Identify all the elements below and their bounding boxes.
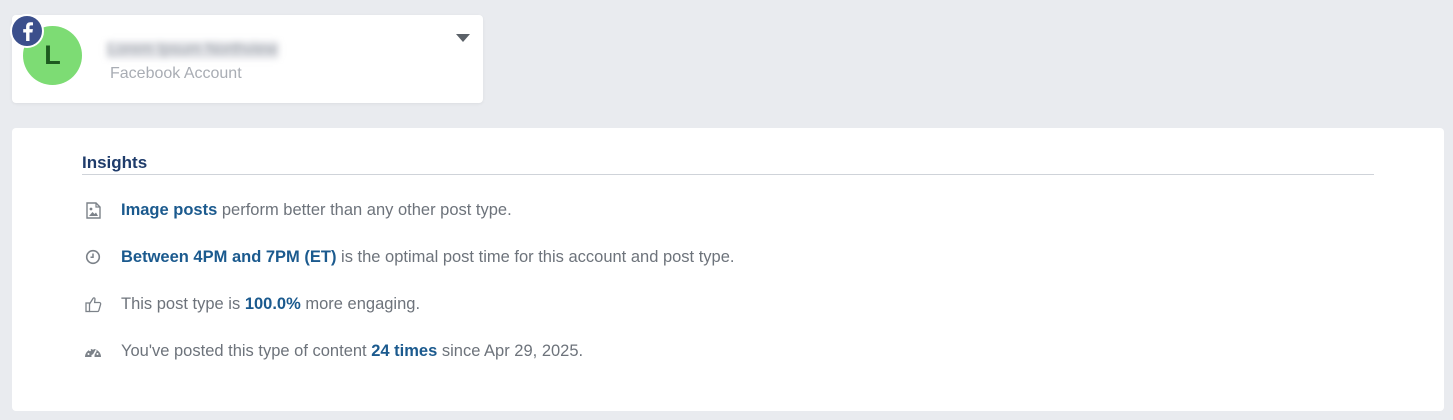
- account-type: Facebook Account: [110, 65, 242, 82]
- gauge-icon: [82, 340, 104, 362]
- thumbs-up-icon: [82, 293, 104, 315]
- divider: [82, 174, 1374, 175]
- insight-row-post-count: You've posted this type of content 24 ti…: [82, 340, 583, 362]
- insight-row-post-time: Between 4PM and 7PM (ET) is the optimal …: [82, 246, 735, 268]
- account-name: Lorem Ipsum Northview: [106, 41, 279, 59]
- insight-highlight: Between 4PM and 7PM (ET): [121, 247, 337, 266]
- insight-row-post-type: Image posts perform better than any othe…: [82, 199, 512, 221]
- insight-highlight: 24 times: [371, 341, 438, 360]
- clock-icon: [82, 246, 104, 268]
- insight-highlight: 100.0%: [244, 294, 301, 313]
- insight-text: This post type is: [121, 294, 245, 313]
- insight-text: perform better than any other post type.: [217, 200, 512, 219]
- insight-text: You've posted this type of content: [121, 341, 372, 360]
- insight-row-engagement: This post type is 100.0% more engaging.: [82, 293, 420, 315]
- insights-title: Insights: [82, 153, 148, 172]
- chevron-down-icon[interactable]: [455, 33, 471, 43]
- account-selector[interactable]: L Lorem Ipsum Northview Facebook Account: [12, 15, 483, 103]
- facebook-icon: [10, 14, 44, 48]
- insight-text: is the optimal post time for this accoun…: [336, 247, 735, 266]
- avatar-letter: L: [44, 40, 61, 70]
- insights-panel: Insights Image posts perform better than…: [12, 128, 1444, 411]
- insight-text: more engaging.: [300, 294, 421, 313]
- insight-text: since Apr 29, 2025.: [437, 341, 584, 360]
- image-icon: [82, 199, 104, 221]
- insight-highlight: Image posts: [121, 200, 218, 219]
